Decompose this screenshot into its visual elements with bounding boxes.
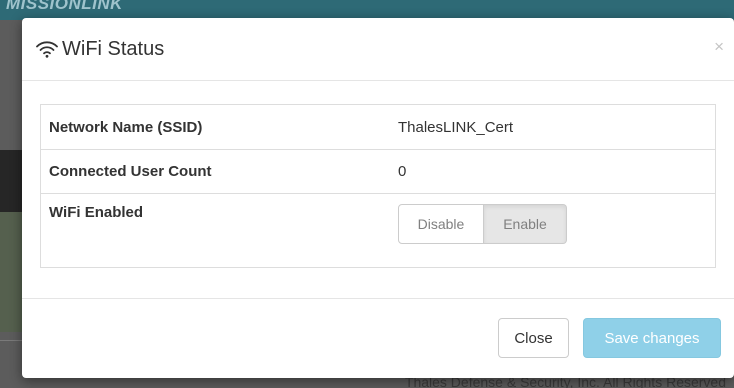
wifi-enabled-toggle-group: Disable Enable bbox=[398, 204, 567, 244]
wifi-icon bbox=[36, 41, 58, 58]
app-header-bar: MISSIONLINK bbox=[0, 0, 734, 20]
wifi-status-table: Network Name (SSID) ThalesLINK_Cert Conn… bbox=[40, 104, 716, 268]
close-button[interactable]: Close bbox=[498, 318, 569, 358]
close-icon[interactable]: × bbox=[714, 38, 724, 55]
save-changes-button[interactable]: Save changes bbox=[583, 318, 721, 358]
connected-user-count-label: Connected User Count bbox=[40, 149, 390, 194]
wifi-enabled-toggle-cell: Disable Enable bbox=[390, 193, 716, 268]
disable-wifi-button[interactable]: Disable bbox=[398, 204, 484, 244]
table-row: Connected User Count 0 bbox=[40, 149, 716, 194]
wifi-enabled-label: WiFi Enabled bbox=[40, 193, 390, 268]
ssid-value: ThalesLINK_Cert bbox=[398, 118, 514, 136]
table-row: Network Name (SSID) ThalesLINK_Cert bbox=[41, 105, 716, 150]
enable-wifi-button[interactable]: Enable bbox=[484, 204, 567, 244]
background-panel-green bbox=[0, 212, 22, 332]
app-brand-text: MISSIONLINK bbox=[6, 0, 123, 13]
wifi-status-modal: WiFi Status × Network Name (SSID) Thales… bbox=[22, 18, 734, 378]
modal-title: WiFi Status bbox=[62, 38, 165, 60]
connected-user-count-value: 0 bbox=[390, 149, 716, 194]
background-panel-dark bbox=[0, 150, 22, 212]
modal-header: WiFi Status × bbox=[22, 18, 734, 81]
modal-footer: Close Save changes bbox=[22, 298, 734, 379]
table-row: WiFi Enabled Disable Enable bbox=[40, 193, 716, 268]
ssid-label: Network Name (SSID) bbox=[49, 118, 203, 136]
